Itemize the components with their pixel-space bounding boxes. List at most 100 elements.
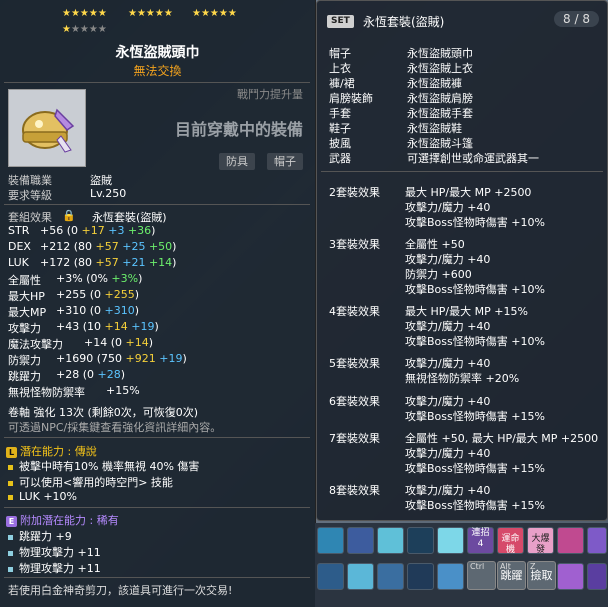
set-effect-label: 4套裝效果 [329,305,380,318]
star-force-row-2: ★★★★★ [128,8,173,19]
stat-row-hp: 最大HP +255 (0 +255) [8,288,140,303]
additional-potential-line: 跳躍力 +9 [8,528,72,544]
jump-hotkey[interactable]: Alt 跳躍 [497,561,526,590]
epic-icon: E [6,515,17,527]
bullet-icon [8,550,13,556]
bullet-icon [8,464,13,470]
skill-slot[interactable] [377,527,404,554]
skill-hotbar: 連招 4 運命機 大爆發 Ctrl Alt 跳躍 Z 撿取 [315,523,608,607]
set-part: 手套 永恆盜賊手套 [329,107,473,120]
set-effect-line: 攻擊力/魔力 +40 [405,447,491,460]
set-effect-label: 7套裝效果 [329,432,380,445]
divider [4,577,310,578]
stat-row-attack: 攻擊力 +43 (10 +14 +19) [8,320,159,335]
job-row: 裝備職業 盜賊 [8,174,112,187]
star-force-row-3: ★★★★★ [192,8,237,19]
set-effect-line: 最大 HP/最大 MP +15% [405,305,528,318]
star-filled: ★ [62,24,71,35]
skill-slot[interactable] [347,563,374,590]
skill-slot[interactable] [557,527,584,554]
set-effect-line: 攻擊Boss怪物時傷害 +15% [405,462,545,475]
potential-line: LUK +10% [8,490,77,503]
skill-slot[interactable] [317,563,344,590]
stat-row-luk: LUK +172 (80 +57 +21 +14) [8,256,177,269]
set-effect-label: 8套裝效果 [329,484,380,497]
lock-icon: 🔒 [62,209,76,222]
power-increase-label: 戰鬥力提升量 [237,88,303,101]
stat-row-str: STR +56 (0 +17 +3 +36) [8,224,156,237]
item-title: 永恆盜賊頭巾 [115,45,200,61]
set-effect-row: 套組效果 🔒 永恆套裝(盜賊) [8,209,167,224]
set-effect-line: 攻擊Boss怪物時傷害 +15% [405,499,545,512]
additional-potential-line: 物理攻擊力 +11 [8,544,101,560]
stat-row-dex: DEX +212 (80 +57 +25 +50) [8,240,177,253]
set-effect-line: 無視怪物防禦率 +20% [405,372,520,385]
category-tag-hat: 帽子 [267,153,303,170]
stat-row-ignore-def: 無視怪物防禦率 +15% [8,384,140,399]
divider [4,437,310,438]
set-effect-line: 攻擊力/魔力 +40 [405,201,491,214]
skill-slot[interactable] [347,527,374,554]
star-force-row-4: ★★★★★ [62,24,107,35]
legendary-icon: L [6,446,17,458]
skill-slot[interactable] [377,563,404,590]
set-effect-line: 全屬性 +50 [405,238,465,251]
potential-title: L 潛在能力 : 傳說 [6,443,97,459]
stat-row-jump: 跳躍力 +28 (0 +28) [8,368,126,383]
set-badge: SET [327,15,354,28]
set-part: 帽子 永恆盜賊頭巾 [329,47,473,60]
category-tag-armor: 防具 [219,153,255,170]
set-part: 褲/裙 永恆盜賊褲 [329,77,462,90]
set-effect-label: 6套裝效果 [329,395,380,408]
additional-potential-line: 物理攻擊力 +11 [8,560,101,576]
item-icon [8,89,86,167]
skill-slot[interactable]: 連招 4 [467,527,494,554]
skill-slot[interactable]: 大爆發 [527,527,554,555]
skill-slot[interactable] [317,527,344,554]
stat-row-magic-attack: 魔法攻擊力 +14 (0 +14) [8,336,154,351]
footer-note: 若使用白金神奇剪刀，該道具可進行一次交易! [8,584,233,597]
set-effect-line: 攻擊力/魔力 +40 [405,357,491,370]
skill-slot[interactable] [587,527,607,554]
set-part: 鞋子 永恆盜賊鞋 [329,122,462,135]
ctrl-hotkey[interactable]: Ctrl [467,561,496,590]
set-effect-label: 3套裝效果 [329,238,380,251]
currently-equipped-label: 目前穿戴中的裝備 [174,120,303,139]
skill-slot[interactable] [407,563,434,590]
set-effect-label: 2套裝效果 [329,186,380,199]
skill-slot[interactable] [437,563,464,590]
set-effect-line: 攻擊力/魔力 +40 [405,253,491,266]
skill-slot[interactable]: 運命機 [497,527,524,555]
stat-row-allstat: 全屬性 +3% (0% +3%) [8,272,143,287]
set-effect-line: 防禦力 +600 [405,268,472,281]
bullet-icon [8,566,13,572]
set-count: 8 / 8 [554,11,599,27]
set-effect-label: 5套裝效果 [329,357,380,370]
divider [4,204,310,205]
set-effect-line: 攻擊Boss怪物時傷害 +10% [405,216,545,229]
set-part: 武器 可選擇創世或命運武器其一 [329,152,539,165]
skill-slot[interactable] [557,563,584,590]
set-part: 肩膀裝飾 永恆盜賊肩膀 [329,92,473,105]
skill-slot[interactable] [437,527,464,554]
set-part: 披風 永恆盜賊斗篷 [329,137,473,150]
item-tooltip: ★★★★★ ★★★★★ ★★★★★ ★★★★★ 永恆盜賊頭巾 無法交換 戰鬥力提… [0,0,316,607]
set-title: 永恆套裝(盜賊) [363,15,445,29]
set-effect-line: 攻擊Boss怪物時傷害 +15% [405,410,545,423]
set-effect-line: 攻擊力/魔力 +40 [405,395,491,408]
pickup-hotkey[interactable]: Z 撿取 [527,561,556,590]
divider [4,82,310,83]
set-effect-line: 攻擊Boss怪物時傷害 +10% [405,335,545,348]
set-tooltip: SET 永恆套裝(盜賊) 8 / 8 帽子 永恆盜賊頭巾 上衣 永恆盜賊上衣 褲/裙… [316,0,608,521]
skill-slot[interactable] [407,527,434,554]
scroll-info: 卷軸 強化 13次 (剩餘0次，可恢復0次) [8,406,199,419]
scroll-note: 可透過NPC/採集鍵查看強化資訊詳細內容。 [8,421,222,434]
level-row: 要求等級 Lv.250 [8,187,127,202]
skill-slot[interactable] [587,563,607,590]
stat-row-defense: 防禦力 +1690 (750 +921 +19) [8,352,187,367]
set-effect-line: 最大 HP/最大 MP +2500 [405,186,532,199]
divider [321,171,603,172]
set-effect-line: 攻擊Boss怪物時傷害 +10% [405,283,545,296]
stat-row-mp: 最大MP +310 (0 +310) [8,304,140,319]
additional-potential-title: E 附加潛在能力 : 稀有 [6,512,119,528]
